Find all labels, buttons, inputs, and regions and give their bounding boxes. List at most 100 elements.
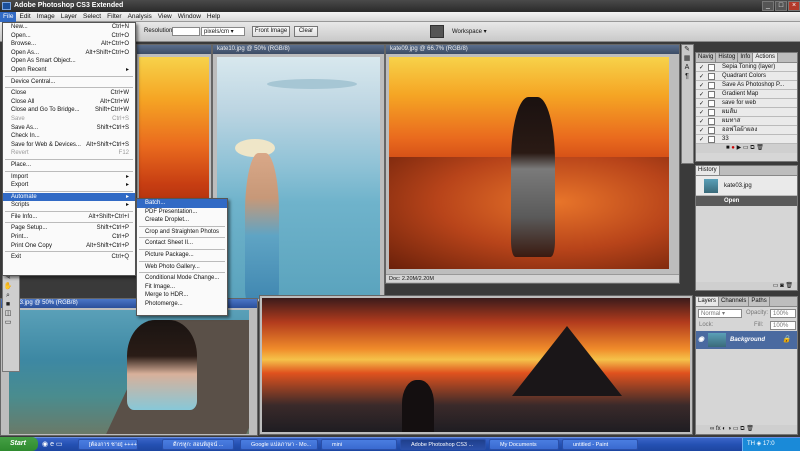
submenu-item-web-photo-gallery[interactable]: Web Photo Gallery... <box>137 263 227 272</box>
menu-item-place[interactable]: Place... <box>3 161 135 170</box>
menu-item-save[interactable]: Save Ctrl+S <box>3 115 135 124</box>
new-layer-icon[interactable]: ⧉ <box>740 426 744 432</box>
adjustment-icon[interactable]: ◑ <box>728 426 732 432</box>
menu-image[interactable]: Image <box>34 12 58 22</box>
menu-item-browse[interactable]: Browse... Alt+Ctrl+O <box>3 40 135 49</box>
record-icon[interactable]: ● <box>731 145 735 151</box>
menu-item-open-recent[interactable]: Open Recent ▸ <box>3 66 135 75</box>
dialog-toggle-icon[interactable] <box>708 82 715 89</box>
taskbar-item[interactable]: [ต้องการ ชาย] ++++... <box>78 439 138 450</box>
menu-item-close[interactable]: Close Ctrl+W <box>3 89 135 98</box>
mask-icon[interactable]: ◐ <box>722 426 726 432</box>
tab-channels[interactable]: Channels <box>719 297 750 306</box>
tray-icon[interactable]: ◈ <box>757 441 762 447</box>
menu-filter[interactable]: Filter <box>104 12 124 22</box>
menu-item-automate[interactable]: Automate ▸ <box>3 192 135 202</box>
menu-item-page-setup[interactable]: Page Setup... Shift+Ctrl+P <box>3 224 135 233</box>
menu-item-open[interactable]: Open... Ctrl+O <box>3 32 135 41</box>
action-item[interactable]: ✓ save for web <box>696 99 797 108</box>
menu-item-save-for-web[interactable]: Save for Web & Devices... Alt+Shift+Ctrl+… <box>3 141 135 150</box>
screen-mode-icon[interactable]: ▭ <box>3 318 13 327</box>
quick-mask-icon[interactable]: ◫ <box>3 309 13 318</box>
dialog-toggle-icon[interactable] <box>708 91 715 98</box>
action-item[interactable]: ✓ Sepia Toning (layer) <box>696 63 797 72</box>
history-snapshot[interactable]: kate03.jpg <box>696 176 797 196</box>
submenu-item-pdf-presentation[interactable]: PDF Presentation... <box>137 208 227 217</box>
taskbar-item[interactable]: Google แปลภาษา - Mo... <box>240 439 318 450</box>
document-window-kate09[interactable]: kate09.jpg @ 66.7% (RGB/8) Doc: 2.20M/2.… <box>385 44 680 284</box>
tab-history[interactable]: History <box>696 166 720 175</box>
dialog-toggle-icon[interactable] <box>708 118 715 125</box>
menu-item-import[interactable]: Import ▸ <box>3 173 135 182</box>
maximize-button[interactable]: □ <box>775 1 787 11</box>
submenu-item-batch[interactable]: Batch... <box>137 199 227 208</box>
opacity-field[interactable]: 100% <box>770 309 796 318</box>
menu-item-close-bridge[interactable]: Close and Go To Bridge... Shift+Ctrl+W <box>3 106 135 115</box>
submenu-item-merge-hdr[interactable]: Merge to HDR... <box>137 291 227 300</box>
taskbar-item[interactable]: My Documents <box>489 439 559 450</box>
brush-palette-icon[interactable]: ✎ <box>682 45 692 54</box>
start-button[interactable]: Start <box>0 437 38 451</box>
menu-item-check-in[interactable]: Check In... <box>3 132 135 141</box>
menu-edit[interactable]: Edit <box>16 12 33 22</box>
action-item[interactable]: ✓ ผมทาส <box>696 117 797 126</box>
dialog-toggle-icon[interactable] <box>708 64 715 71</box>
menu-item-export[interactable]: Export ▸ <box>3 181 135 190</box>
resolution-field[interactable] <box>172 27 200 36</box>
document-window-sunset[interactable] <box>259 295 693 435</box>
fx-icon[interactable]: fx <box>716 426 721 432</box>
submenu-item-crop-straighten[interactable]: Crop and Straighten Photos <box>137 228 227 237</box>
taskbar-item-active[interactable]: Adobe Photoshop CS3 ... <box>400 439 486 450</box>
zoom-tool-icon[interactable]: ⌕ <box>3 291 13 300</box>
delete-layer-icon[interactable]: 🗑 <box>746 426 754 432</box>
link-icon[interactable]: ∞ <box>710 426 714 432</box>
firefox-icon[interactable]: ◉ <box>42 441 48 448</box>
menu-help[interactable]: Help <box>204 12 223 22</box>
menu-item-open-smart-object[interactable]: Open As Smart Object... <box>3 57 135 66</box>
menu-window[interactable]: Window <box>175 12 204 22</box>
tab-info[interactable]: Info <box>738 53 754 62</box>
menu-layer[interactable]: Layer <box>58 12 80 22</box>
taskbar-item[interactable]: ดีกรหูก: สอนพิสูจน์ ... <box>162 439 234 450</box>
submenu-item-create-droplet[interactable]: Create Droplet... <box>137 216 227 225</box>
action-item[interactable]: ✓ Save As Photoshop P... <box>696 81 797 90</box>
action-item[interactable]: ✓ 33 <box>696 135 797 144</box>
new-set-icon[interactable]: ▭ <box>743 145 749 151</box>
tab-paths[interactable]: Paths <box>749 297 770 306</box>
menu-item-scripts[interactable]: Scripts ▸ <box>3 201 135 210</box>
document-window-kate03[interactable]: kate03.jpg @ 50% (RGB/8) <box>0 298 258 436</box>
tab-layers[interactable]: Layers <box>696 297 720 306</box>
submenu-item-photomerge[interactable]: Photomerge... <box>137 300 227 309</box>
menu-item-open-as[interactable]: Open As... Alt+Shift+Ctrl+O <box>3 49 135 58</box>
tab-histogram[interactable]: Histog <box>716 53 739 62</box>
taskbar-item[interactable]: mini <box>321 439 397 450</box>
action-item[interactable]: ✓ ผมส้ม <box>696 108 797 117</box>
action-item[interactable]: ✓ Gradient Map <box>696 90 797 99</box>
group-icon[interactable]: ▭ <box>733 426 739 432</box>
hand-tool-icon[interactable]: ✋ <box>3 282 13 291</box>
workspace-menu[interactable]: Workspace ▾ <box>452 28 487 35</box>
blend-mode-select[interactable]: Normal ▾ <box>698 309 742 318</box>
front-image-button[interactable]: Front Image <box>252 26 290 37</box>
minimize-button[interactable]: _ <box>762 1 774 11</box>
stop-icon[interactable]: ■ <box>726 145 730 151</box>
camera-icon[interactable]: ◙ <box>780 283 784 289</box>
units-select[interactable]: pixels/cm ▾ <box>201 27 245 36</box>
desktop-icon[interactable]: ▭ <box>56 441 63 448</box>
tab-navigator[interactable]: Navig <box>696 53 717 62</box>
close-window-button[interactable]: × <box>788 1 800 11</box>
menu-item-exit[interactable]: Exit Ctrl+Q <box>3 253 135 262</box>
menu-item-new[interactable]: New... Ctrl+N <box>3 23 135 32</box>
play-icon[interactable]: ▶ <box>737 145 742 151</box>
action-item[interactable]: ✓ ออฟโอผ้าผลง <box>696 126 797 135</box>
layer-row-background[interactable]: ◉ Background 🔒 <box>696 331 797 349</box>
menu-select[interactable]: Select <box>80 12 104 22</box>
menu-view[interactable]: View <box>155 12 175 22</box>
dialog-toggle-icon[interactable] <box>708 127 715 134</box>
submenu-item-contact-sheet[interactable]: Contact Sheet II... <box>137 239 227 248</box>
dialog-toggle-icon[interactable] <box>708 109 715 116</box>
swatches-palette-icon[interactable]: ▦ <box>682 54 692 63</box>
new-action-icon[interactable]: ⧉ <box>750 145 754 151</box>
delete-icon[interactable]: 🗑 <box>756 145 764 151</box>
submenu-item-conditional-mode[interactable]: Conditional Mode Change... <box>137 274 227 283</box>
